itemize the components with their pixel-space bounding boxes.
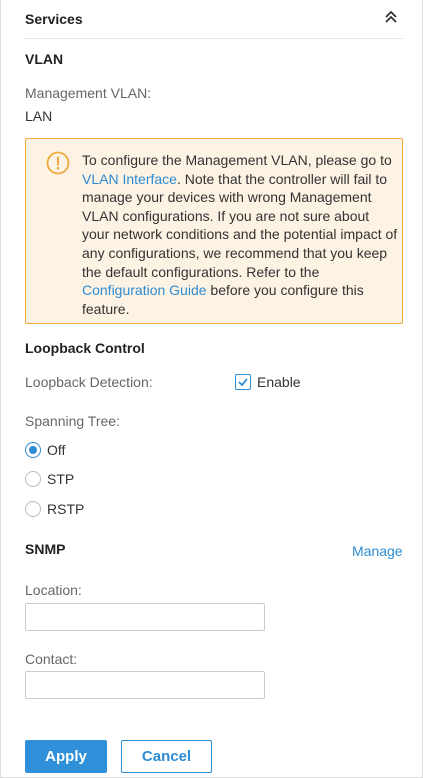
- management-vlan-notice: To configure the Management VLAN, please…: [25, 138, 403, 324]
- vlan-interface-link[interactable]: VLAN Interface: [82, 171, 177, 187]
- checkmark-icon: [238, 378, 248, 387]
- enable-label: Enable: [257, 374, 301, 390]
- notice-text-part-1: To configure the Management VLAN, please…: [82, 152, 392, 168]
- spanning-tree-off-radio[interactable]: [25, 442, 41, 458]
- configuration-guide-link[interactable]: Configuration Guide: [82, 282, 207, 298]
- location-input[interactable]: [25, 603, 265, 631]
- location-label: Location:: [25, 582, 82, 598]
- snmp-section-title: SNMP: [25, 541, 66, 557]
- loopback-section-title: Loopback Control: [25, 340, 145, 356]
- vlan-section-title: VLAN: [25, 51, 64, 67]
- panel-title: Services: [25, 11, 83, 27]
- spanning-tree-label: Spanning Tree:: [25, 413, 120, 429]
- spanning-tree-stp-label: STP: [47, 471, 75, 487]
- loopback-enable-checkbox[interactable]: [235, 374, 251, 390]
- double-chevron-up-icon[interactable]: [383, 9, 399, 25]
- loopback-detection-label: Loopback Detection:: [25, 374, 153, 390]
- notice-text: To configure the Management VLAN, please…: [82, 151, 398, 318]
- header-divider: [25, 38, 403, 39]
- spanning-tree-rstp-label: RSTP: [47, 501, 85, 517]
- cancel-button[interactable]: Cancel: [121, 740, 212, 773]
- management-vlan-label: Management VLAN:: [25, 85, 152, 101]
- warning-icon: [46, 151, 70, 175]
- contact-input[interactable]: [25, 671, 265, 699]
- services-panel: Services VLAN Management VLAN: LAN To co…: [0, 0, 423, 778]
- snmp-manage-link[interactable]: Manage: [352, 543, 403, 559]
- contact-label: Contact:: [25, 651, 78, 667]
- spanning-tree-stp-radio[interactable]: [25, 471, 41, 487]
- apply-button[interactable]: Apply: [25, 740, 107, 773]
- spanning-tree-rstp-radio[interactable]: [25, 501, 41, 517]
- spanning-tree-off-label: Off: [47, 442, 66, 458]
- management-vlan-value: LAN: [25, 108, 53, 124]
